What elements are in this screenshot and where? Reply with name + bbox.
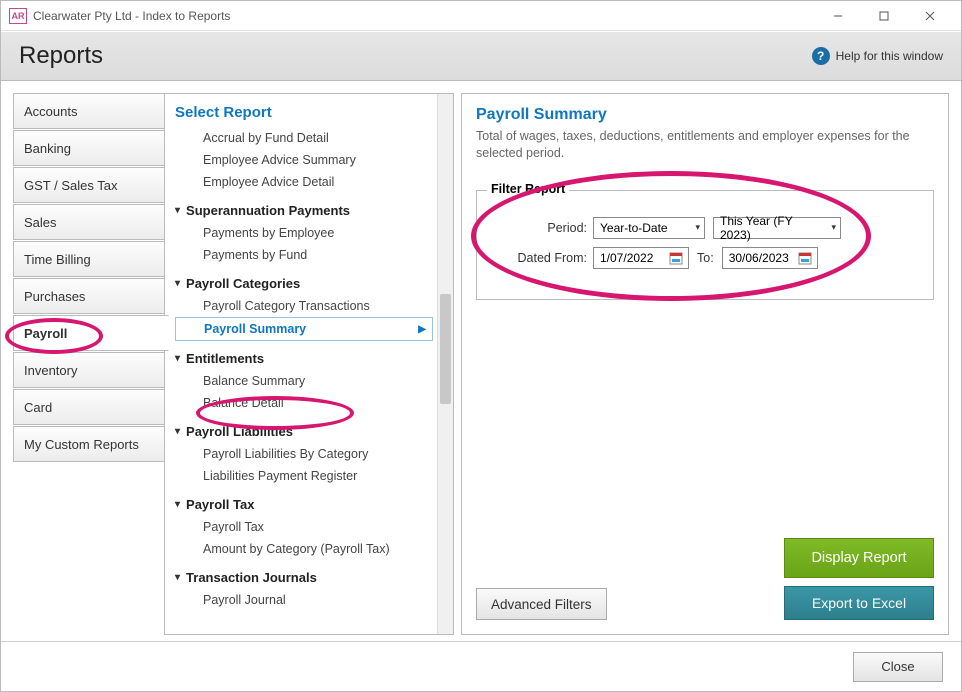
report-item[interactable]: Payroll Category Transactions	[175, 295, 433, 317]
dated-to-label: To:	[697, 251, 714, 265]
report-group-header[interactable]: Entitlements	[175, 351, 433, 366]
minimize-button[interactable]	[815, 1, 861, 31]
report-item[interactable]: Payments by Employee	[175, 222, 433, 244]
window-titlebar: AR Clearwater Pty Ltd - Index to Reports	[1, 1, 961, 31]
report-item[interactable]: Employee Advice Detail	[175, 171, 433, 193]
sidebar-tab-gst-sales-tax[interactable]: GST / Sales Tax	[13, 167, 165, 203]
help-icon: ?	[812, 47, 830, 65]
dated-from-label: Dated From:	[491, 251, 587, 265]
sidebar-tab-sales[interactable]: Sales	[13, 204, 165, 240]
export-to-excel-button[interactable]: Export to Excel	[784, 586, 934, 620]
filter-legend: Filter Report	[487, 182, 569, 196]
report-description: Total of wages, taxes, deductions, entit…	[476, 128, 934, 162]
period-dropdown[interactable]: Year-to-Date	[593, 217, 705, 239]
close-window-button[interactable]	[907, 1, 953, 31]
window-title: Clearwater Pty Ltd - Index to Reports	[33, 9, 230, 23]
display-report-button[interactable]: Display Report	[784, 538, 934, 578]
sidebar-tab-banking[interactable]: Banking	[13, 130, 165, 166]
sidebar-tab-card[interactable]: Card	[13, 389, 165, 425]
report-item[interactable]: Balance Detail	[175, 392, 433, 414]
dated-to-input[interactable]: 30/06/2023	[722, 247, 818, 269]
report-group-header[interactable]: Transaction Journals	[175, 570, 433, 585]
report-title: Payroll Summary	[476, 106, 934, 124]
help-link[interactable]: ? Help for this window	[812, 47, 943, 65]
fiscal-year-dropdown[interactable]: This Year (FY 2023)	[713, 217, 841, 239]
dated-from-input[interactable]: 1/07/2022	[593, 247, 689, 269]
sidebar-tab-accounts[interactable]: Accounts	[13, 93, 165, 129]
period-label: Period:	[491, 221, 587, 235]
report-group-header[interactable]: Payroll Liabilities	[175, 424, 433, 439]
report-list-panel: Select ReportAccrual by Fund DetailEmplo…	[164, 93, 454, 635]
report-group-header[interactable]: Payroll Tax	[175, 497, 433, 512]
footer: Close	[1, 641, 961, 691]
report-item[interactable]: Payroll Tax	[175, 516, 433, 538]
report-item[interactable]: Payroll Journal	[175, 589, 433, 611]
report-item[interactable]: Payroll Liabilities By Category	[175, 443, 433, 465]
report-group-header[interactable]: Superannuation Payments	[175, 203, 433, 218]
report-item[interactable]: Payments by Fund	[175, 244, 433, 266]
scrollbar-thumb[interactable]	[440, 294, 451, 404]
advanced-filters-button[interactable]: Advanced Filters	[476, 588, 607, 620]
report-group-header[interactable]: Payroll Categories	[175, 276, 433, 291]
page-header: Reports ? Help for this window	[1, 31, 961, 81]
report-item[interactable]: Balance Summary	[175, 370, 433, 392]
sidebar-tab-my-custom-reports[interactable]: My Custom Reports	[13, 426, 165, 462]
dated-to-value: 30/06/2023	[729, 251, 793, 265]
report-item[interactable]: Accrual by Fund Detail	[175, 127, 433, 149]
sidebar-tab-time-billing[interactable]: Time Billing	[13, 241, 165, 277]
sidebar-tab-purchases[interactable]: Purchases	[13, 278, 165, 314]
help-label: Help for this window	[836, 49, 943, 63]
close-button[interactable]: Close	[853, 652, 943, 682]
select-report-heading: Select Report	[175, 104, 433, 121]
calendar-icon[interactable]	[668, 250, 684, 266]
sidebar-tab-inventory[interactable]: Inventory	[13, 352, 165, 388]
sidebar: AccountsBankingGST / Sales TaxSalesTime …	[13, 93, 165, 463]
app-icon: AR	[9, 8, 27, 24]
report-item[interactable]: Employee Advice Summary	[175, 149, 433, 171]
maximize-button[interactable]	[861, 1, 907, 31]
page-title: Reports	[19, 42, 103, 70]
report-detail-panel: Payroll Summary Total of wages, taxes, d…	[461, 93, 949, 635]
report-item[interactable]: Liabilities Payment Register	[175, 465, 433, 487]
calendar-icon[interactable]	[797, 250, 813, 266]
sidebar-tab-payroll[interactable]: Payroll	[13, 315, 169, 351]
report-item[interactable]: Amount by Category (Payroll Tax)	[175, 538, 433, 560]
filter-fieldset: Filter Report Period: Year-to-Date This …	[476, 190, 934, 300]
report-item-selected[interactable]: Payroll Summary	[175, 317, 433, 341]
scrollbar[interactable]	[437, 94, 453, 634]
dated-from-value: 1/07/2022	[600, 251, 664, 265]
